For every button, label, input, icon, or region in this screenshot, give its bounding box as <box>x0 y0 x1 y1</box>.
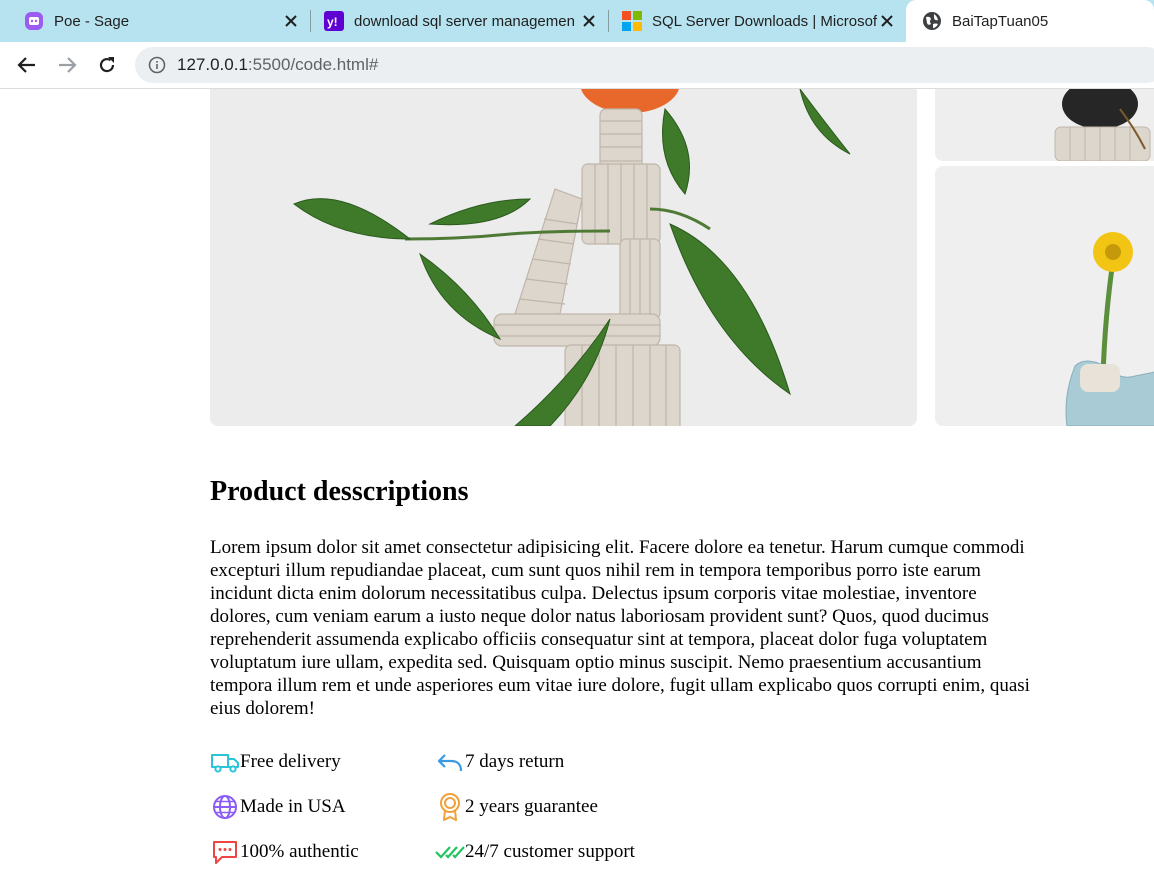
product-descriptions-heading: Product desscriptions <box>210 476 469 507</box>
tab-title: Poe - Sage <box>54 12 130 30</box>
microsoft-icon <box>622 11 642 31</box>
return-arrow-icon <box>435 747 465 777</box>
url-text: 127.0.0.1:5500/code.html# <box>177 55 378 75</box>
tab-yahoo[interactable]: y! download sql server managemen <box>312 0 608 42</box>
double-check-icon <box>435 837 465 867</box>
reload-icon <box>99 57 115 73</box>
product-main-image[interactable] <box>210 89 917 426</box>
feature-authentic: 100% authentic <box>210 837 359 867</box>
url-host: 127.0.0.1 <box>177 55 248 74</box>
feature-days-return: 7 days return <box>435 747 564 777</box>
globe-icon <box>922 11 942 31</box>
product-thumbnail-1[interactable] <box>935 89 1154 161</box>
feature-label: 7 days return <box>465 751 565 772</box>
reload-button[interactable] <box>93 51 121 79</box>
tab-strip: Poe - Sage y! download sql server manage… <box>0 0 1154 42</box>
url-path: :5500/code.html# <box>247 55 379 74</box>
tab-divider <box>310 10 311 32</box>
poe-icon <box>24 11 44 31</box>
product-description-text: Lorem ipsum dolor sit amet consectetur a… <box>210 537 1030 719</box>
forward-button[interactable] <box>53 51 81 79</box>
feature-years-guarantee: 2 years guarantee <box>435 792 598 822</box>
feature-customer-support: 24/7 customer support <box>435 837 635 867</box>
globe-icon <box>210 792 240 822</box>
award-icon <box>435 792 465 822</box>
yahoo-icon: y! <box>324 11 344 31</box>
chat-bubble-icon <box>210 837 240 867</box>
tab-divider <box>608 10 609 32</box>
truck-icon <box>210 747 240 777</box>
close-icon[interactable] <box>582 14 596 28</box>
feature-label: 2 years guarantee <box>465 796 598 817</box>
feature-label: 24/7 customer support <box>465 841 635 862</box>
tab-microsoft[interactable]: SQL Server Downloads | Microsof <box>610 0 906 42</box>
address-bar[interactable]: 127.0.0.1:5500/code.html# <box>135 47 1154 83</box>
close-icon[interactable] <box>284 14 298 28</box>
feature-free-delivery: Free delivery <box>210 747 341 777</box>
close-icon[interactable] <box>880 14 894 28</box>
back-button[interactable] <box>13 51 41 79</box>
product-thumbnail-2[interactable] <box>935 166 1154 426</box>
tab-poe[interactable]: Poe - Sage <box>12 0 310 42</box>
tab-title: BaiTapTuan05 <box>952 12 1049 30</box>
feature-label: Free delivery <box>240 751 341 772</box>
feature-label: Made in USA <box>240 796 346 817</box>
feature-made-in-usa: Made in USA <box>210 792 346 822</box>
tab-title: SQL Server Downloads | Microsof <box>652 12 878 30</box>
browser-toolbar: 127.0.0.1:5500/code.html# <box>0 42 1154 89</box>
forward-arrow-icon <box>59 57 77 73</box>
tab-title: download sql server managemen <box>354 12 575 30</box>
info-icon[interactable] <box>148 56 166 74</box>
feature-label: 100% authentic <box>240 841 359 862</box>
tab-active[interactable]: BaiTapTuan05 <box>906 0 1154 42</box>
back-arrow-icon <box>17 57 35 73</box>
svg-text:y!: y! <box>327 15 338 29</box>
